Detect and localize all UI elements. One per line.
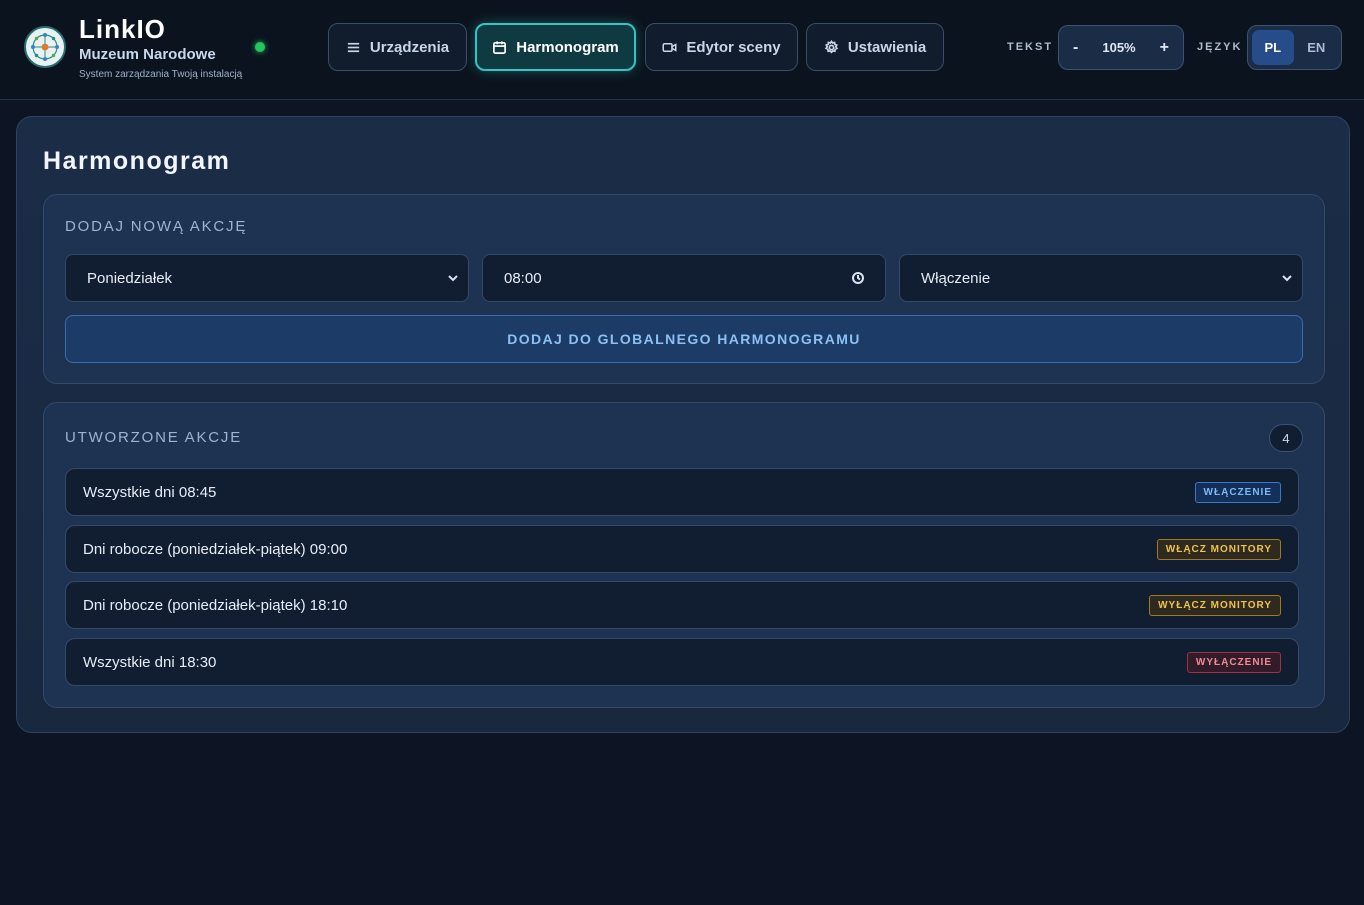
gear-icon (824, 39, 839, 53)
text-size-label: TEKST (1007, 41, 1054, 53)
text-size-increase-button[interactable]: + (1160, 39, 1169, 57)
text-size-value: 105% (1102, 40, 1136, 55)
clock-icon (852, 272, 864, 284)
page-title: Harmonogram (43, 147, 231, 175)
created-actions-heading: UTWORZONE AKCJE (65, 429, 243, 446)
menu-icon (347, 42, 360, 52)
schedule-item-text: Wszystkie dni 18:30 (83, 653, 217, 671)
network-logo-icon (31, 33, 59, 61)
language-switcher: PL EN (1247, 25, 1342, 70)
app-logo (24, 26, 66, 68)
language-pl-button[interactable]: PL (1252, 30, 1294, 65)
video-camera-icon (662, 42, 677, 52)
action-select-value: Włączenie (921, 269, 991, 287)
calendar-icon (493, 40, 507, 54)
created-actions-card: UTWORZONE AKCJE 4 Wszystkie dni 08:45 WŁ… (43, 402, 1325, 708)
schedule-item[interactable]: Wszystkie dni 08:45 WŁĄCZENIE (65, 468, 1299, 516)
schedule-item-text: Dni robocze (poniedziałek-piątek) 18:10 (83, 596, 348, 614)
brand-description: System zarządzania Twoją instalacją (79, 69, 243, 80)
schedule-item[interactable]: Wszystkie dni 18:30 WYŁĄCZENIE (65, 638, 1299, 686)
nav-tab-ustawienia[interactable]: Ustawienia (806, 23, 944, 71)
time-input-value: 08:00 (504, 269, 542, 287)
action-type-badge: WŁĄCZENIE (1194, 481, 1281, 503)
app-header: LinkIO Muzeum Narodowe System zarządzani… (0, 0, 1364, 100)
schedule-item[interactable]: Dni robocze (poniedziałek-piątek) 18:10 … (65, 581, 1299, 629)
brand-subtitle: Muzeum Narodowe (79, 46, 216, 63)
nav-tab-label: Urządzenia (369, 38, 450, 56)
add-action-card: DODAJ NOWĄ AKCJĘ Poniedziałek 08:00 Włąc… (43, 194, 1325, 384)
day-select[interactable]: Poniedziałek (65, 254, 469, 302)
nav-tab-label: Harmonogram (516, 38, 619, 56)
nav-tab-label: Ustawienia (847, 38, 927, 56)
connection-status-indicator (255, 42, 265, 52)
time-input[interactable]: 08:00 (482, 254, 886, 302)
action-type-badge: WYŁĄCZ MONITORY (1149, 594, 1281, 616)
nav-tab-harmonogram[interactable]: Harmonogram (475, 23, 636, 71)
brand-title: LinkIO (79, 14, 166, 44)
add-to-schedule-button[interactable]: DODAJ DO GLOBALNEGO HARMONOGRAMU (65, 315, 1303, 363)
day-select-value: Poniedziałek (87, 269, 173, 287)
actions-count-badge: 4 (1269, 424, 1303, 452)
action-type-badge: WŁĄCZ MONITORY (1156, 538, 1281, 560)
nav-tab-urzadzenia[interactable]: Urządzenia (328, 23, 467, 71)
action-select[interactable]: Włączenie (899, 254, 1303, 302)
nav-tab-label: Edytor sceny (686, 38, 781, 56)
chevron-down-icon (1282, 275, 1292, 282)
schedule-item[interactable]: Dni robocze (poniedziałek-piątek) 09:00 … (65, 525, 1299, 573)
add-action-heading: DODAJ NOWĄ AKCJĘ (65, 218, 248, 235)
text-size-control: - 105% + (1058, 25, 1184, 70)
schedule-item-text: Dni robocze (poniedziałek-piątek) 09:00 (83, 540, 348, 558)
language-en-button[interactable]: EN (1296, 30, 1338, 65)
action-type-badge: WYŁĄCZENIE (1186, 651, 1281, 673)
chevron-down-icon (448, 275, 458, 282)
nav-tab-edytor-sceny[interactable]: Edytor sceny (645, 23, 798, 71)
text-size-decrease-button[interactable]: - (1073, 39, 1078, 57)
language-label: JĘZYK (1197, 41, 1243, 53)
schedule-panel: Harmonogram DODAJ NOWĄ AKCJĘ Poniedziałe… (16, 116, 1350, 733)
schedule-item-text: Wszystkie dni 08:45 (83, 483, 217, 501)
